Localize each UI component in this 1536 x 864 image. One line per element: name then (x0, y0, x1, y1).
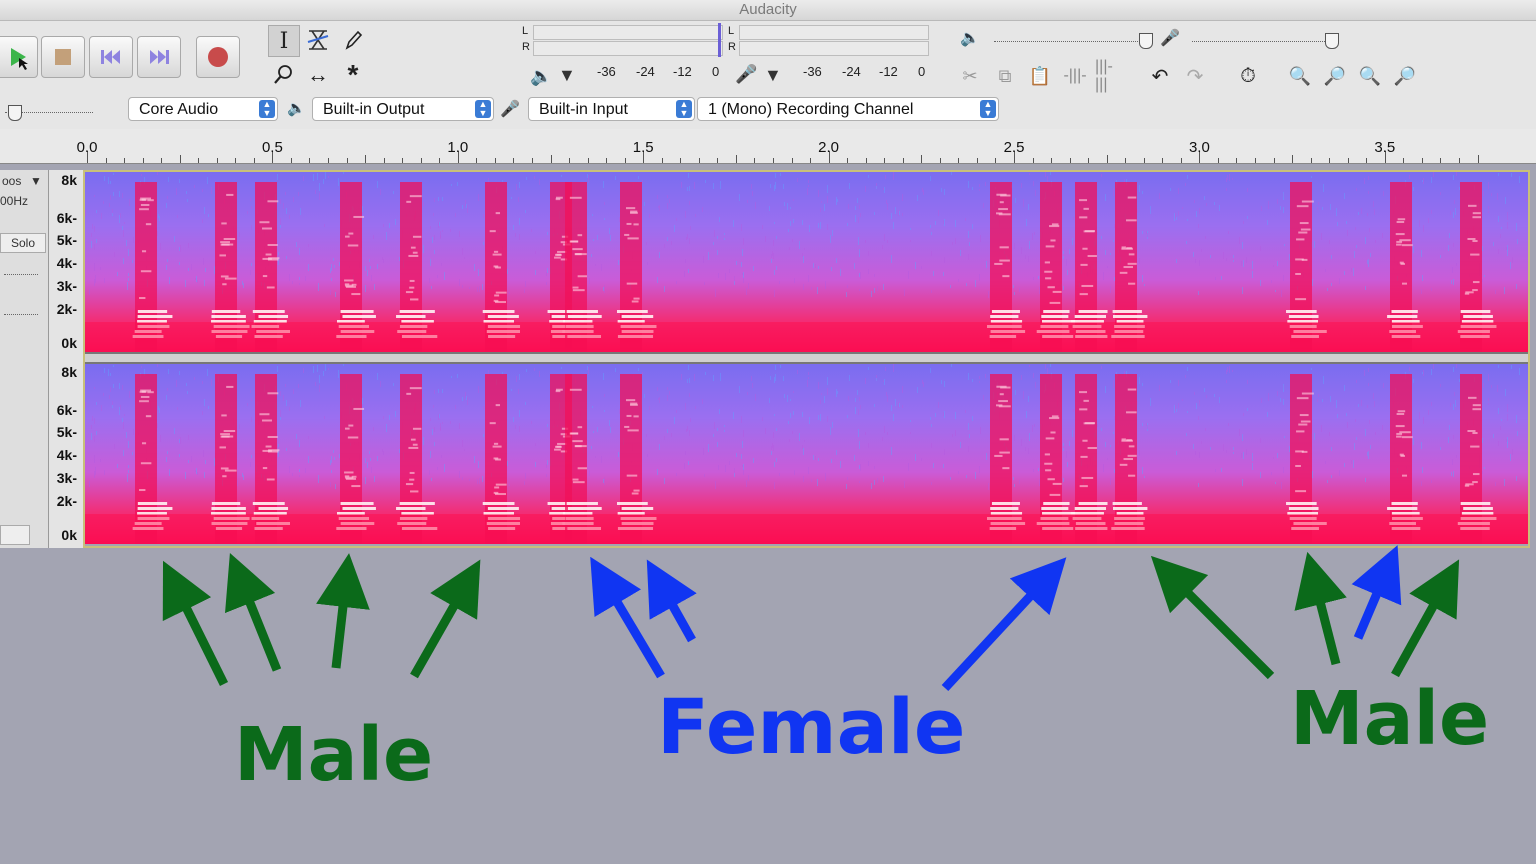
male-arrow-4 (410, 559, 481, 679)
female-arrow-1 (590, 556, 665, 679)
male-arrow-2 (225, 552, 282, 672)
male-label-left: Male (234, 712, 434, 798)
male-arrow-3 (316, 553, 370, 669)
female-arrow-4 (1351, 545, 1402, 640)
male-arrow-7 (1391, 559, 1460, 678)
female-label: Female (657, 682, 966, 771)
female-arrow-2 (646, 559, 697, 643)
male-arrow-6 (1294, 551, 1347, 666)
male-arrow-5 (1150, 555, 1275, 680)
male-arrow-1 (162, 560, 229, 686)
female-arrow-3 (941, 557, 1067, 692)
male-label-right: Male (1290, 676, 1490, 762)
audacity-window: Audacity I ↔ * L R L R 🔈 ▼ -36 -24 -12 0… (0, 0, 1536, 864)
